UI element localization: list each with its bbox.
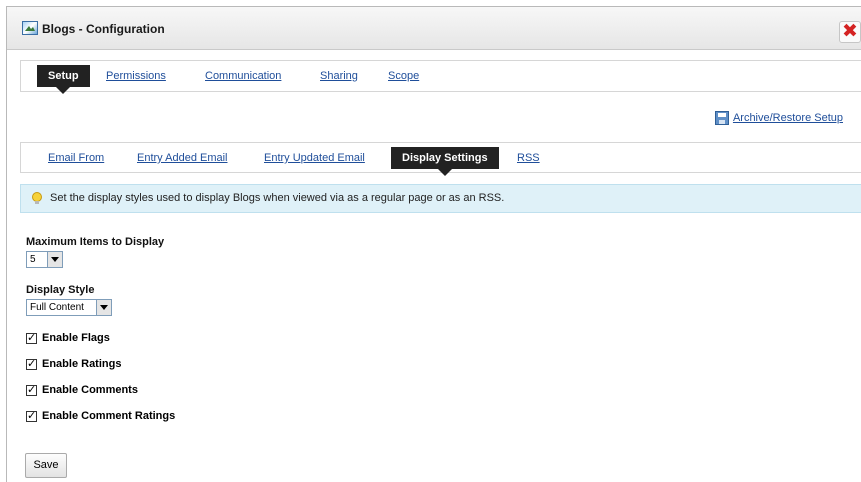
tab-sharing[interactable]: Sharing: [320, 61, 358, 91]
chevron-down-icon: [47, 252, 62, 267]
enable-ratings-row: Enable Ratings: [26, 357, 121, 371]
max-items-label: Maximum Items to Display: [26, 236, 165, 248]
top-tab-bar: Setup Permissions Communication Sharing …: [20, 60, 861, 94]
chevron-down-icon: [96, 300, 111, 315]
tab-permissions[interactable]: Permissions: [106, 61, 166, 91]
archive-restore-link[interactable]: Archive/Restore Setup: [733, 112, 843, 124]
info-banner: Set the display styles used to display B…: [20, 184, 861, 213]
enable-flags-checkbox[interactable]: [26, 331, 37, 344]
blog-window-icon: [22, 21, 38, 35]
tab-entry-updated-email[interactable]: Entry Updated Email: [264, 143, 365, 173]
enable-ratings-label: Enable Ratings: [42, 358, 122, 370]
archive-restore[interactable]: Archive/Restore Setup: [714, 109, 843, 127]
tab-email-from[interactable]: Email From: [48, 143, 104, 173]
max-items-select[interactable]: 5: [26, 251, 63, 268]
tab-communication[interactable]: Communication: [205, 61, 281, 91]
title-bar: Blogs - Configuration ✖: [7, 7, 861, 50]
dialog-window: Blogs - Configuration ✖ Setup Permission…: [6, 6, 861, 482]
info-message: Set the display styles used to display B…: [50, 192, 505, 204]
tab-scope[interactable]: Scope: [388, 61, 419, 91]
display-style-value: Full Content: [30, 302, 84, 313]
enable-comments-row: Enable Comments: [26, 383, 138, 397]
enable-ratings-checkbox[interactable]: [26, 357, 37, 370]
enable-comment-ratings-checkbox[interactable]: [26, 409, 37, 422]
enable-comment-ratings-label: Enable Comment Ratings: [42, 410, 176, 422]
save-disk-icon: [714, 111, 729, 125]
enable-flags-row: Enable Flags: [26, 331, 110, 345]
sub-tab-bar: Email From Entry Added Email Entry Updat…: [20, 142, 861, 176]
tab-setup[interactable]: Setup: [37, 65, 90, 94]
max-items-value: 5: [30, 254, 36, 265]
tab-entry-added-email[interactable]: Entry Added Email: [137, 143, 228, 173]
display-style-label: Display Style: [26, 284, 95, 296]
close-button[interactable]: ✖: [839, 21, 861, 43]
close-icon: ✖: [842, 21, 858, 42]
lightbulb-icon: [32, 192, 42, 204]
save-button[interactable]: Save: [25, 453, 67, 478]
enable-flags-label: Enable Flags: [42, 332, 110, 344]
display-style-select[interactable]: Full Content: [26, 299, 112, 316]
tab-rss[interactable]: RSS: [517, 143, 540, 173]
enable-comment-ratings-row: Enable Comment Ratings: [26, 409, 175, 423]
enable-comments-label: Enable Comments: [42, 384, 138, 396]
tab-display-settings[interactable]: Display Settings: [391, 147, 499, 176]
window-title: Blogs - Configuration: [42, 22, 165, 36]
enable-comments-checkbox[interactable]: [26, 383, 37, 396]
